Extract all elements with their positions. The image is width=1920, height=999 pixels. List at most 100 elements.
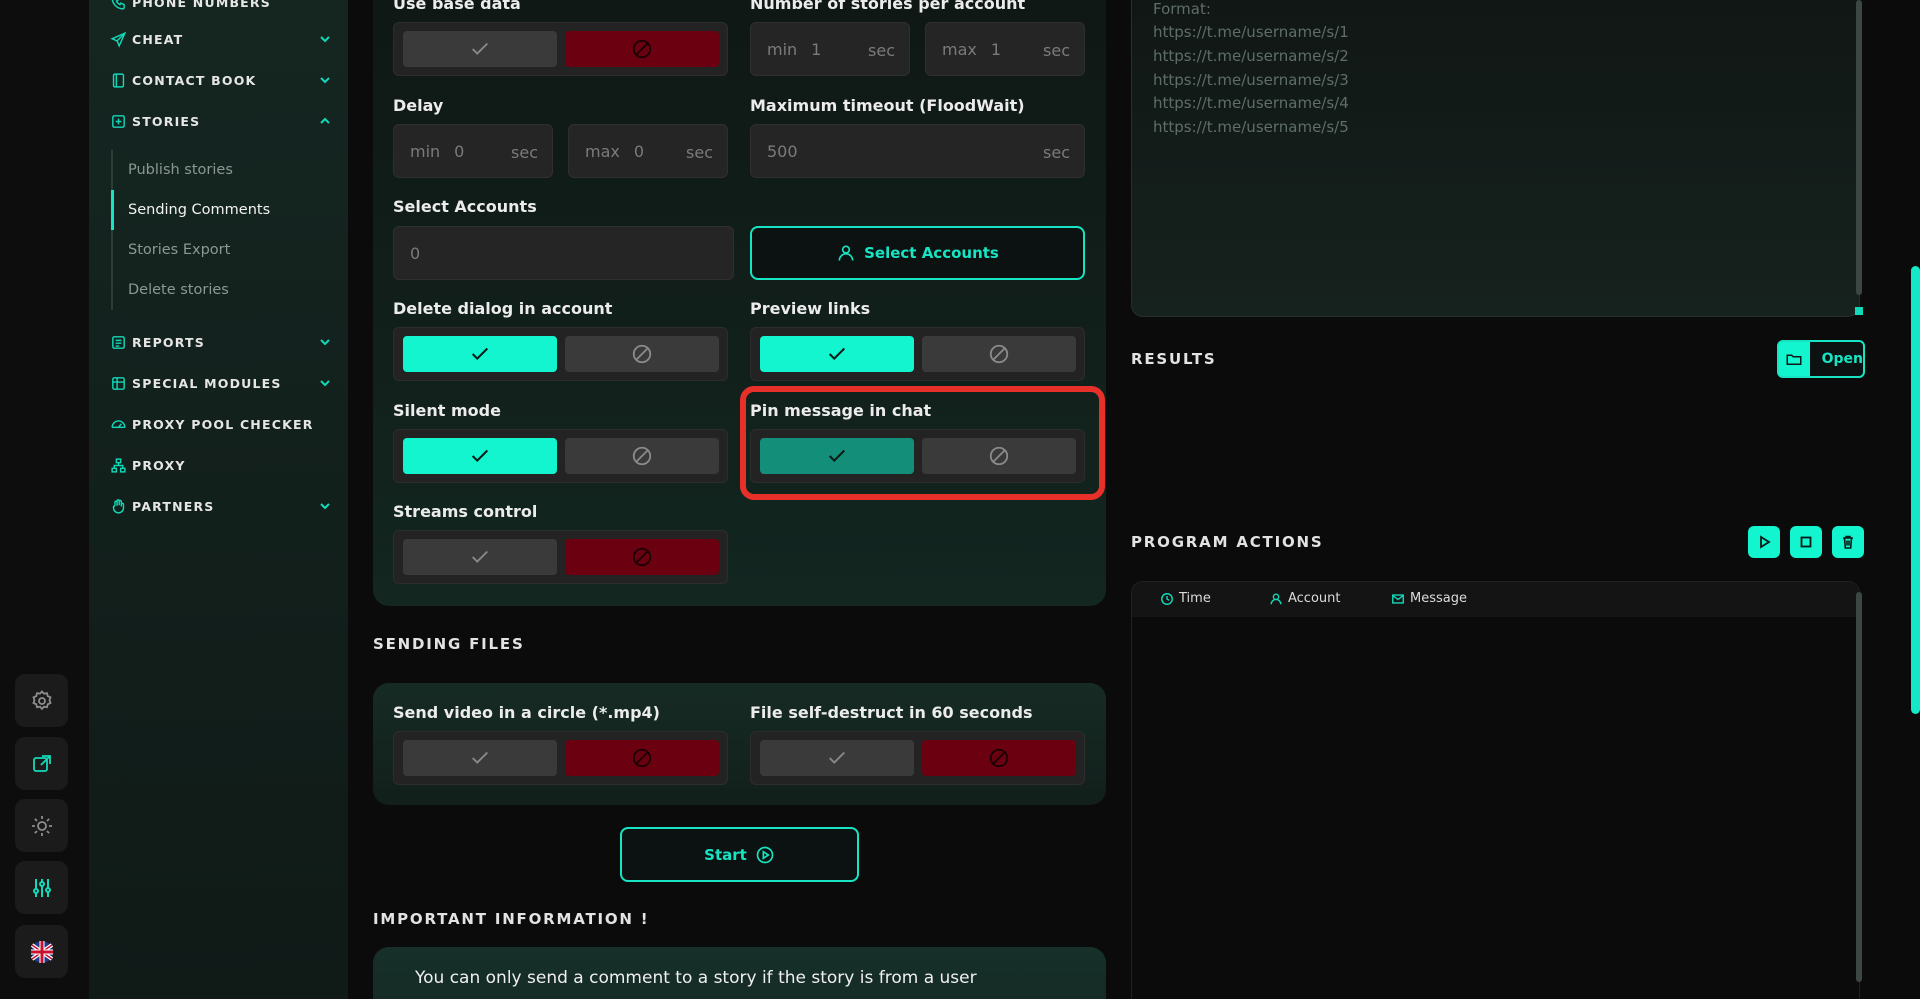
silent-mode-no[interactable] xyxy=(565,438,719,474)
theme-toggle-button[interactable] xyxy=(15,799,68,852)
self-destruct-toggle xyxy=(750,731,1085,785)
accounts-count-input[interactable]: 0 xyxy=(393,226,734,280)
accounts-count: 0 xyxy=(410,243,421,263)
submenu-line xyxy=(111,150,113,310)
max-timeout-input[interactable]: 500 sec xyxy=(750,124,1085,178)
settings-button[interactable] xyxy=(15,674,68,727)
max-label: max xyxy=(942,39,977,59)
sidebar-item-stories[interactable]: STORIES xyxy=(110,106,332,136)
delay-label: Delay xyxy=(393,96,444,115)
chevron-down-icon xyxy=(320,36,330,43)
video-circle-no[interactable] xyxy=(565,740,719,776)
clear-log-button[interactable] xyxy=(1832,526,1864,558)
textarea-line: Format: xyxy=(1153,0,1211,18)
preview-links-yes[interactable] xyxy=(760,336,914,372)
silent-mode-yes[interactable] xyxy=(403,438,557,474)
textarea-line: https://t.me/username/s/4 xyxy=(1153,94,1349,112)
streams-control-yes[interactable] xyxy=(403,539,557,575)
sidebar-item-special-modules[interactable]: SPECIAL MODULES xyxy=(110,368,332,398)
delay-min-input[interactable]: min 0 sec xyxy=(393,124,553,178)
filters-button[interactable] xyxy=(15,861,68,914)
delete-dialog-no[interactable] xyxy=(565,336,719,372)
select-accounts-label: Select Accounts xyxy=(393,197,537,216)
use-base-data-no[interactable] xyxy=(565,31,719,67)
chevron-up-icon xyxy=(320,117,330,124)
sidebar-item-partners[interactable]: PARTNERS xyxy=(110,491,332,521)
min-label: min xyxy=(767,39,798,59)
clock-icon xyxy=(1161,592,1173,605)
sidebar-item-reports[interactable]: REPORTS xyxy=(110,327,332,357)
start-button-label: Start xyxy=(704,845,747,864)
log-col-label: Message xyxy=(1410,591,1467,606)
log-header: Time Account Message xyxy=(1132,582,1859,617)
send-icon xyxy=(110,30,128,48)
start-button[interactable]: Start xyxy=(620,827,859,882)
log-col-account[interactable]: Account xyxy=(1269,591,1341,606)
max-timeout-label: Maximum timeout (FloodWait) xyxy=(750,96,1025,115)
sidebar-item-contact-book[interactable]: CONTACT BOOK xyxy=(110,65,332,95)
delete-dialog-yes[interactable] xyxy=(403,336,557,372)
sidebar-item-proxy-pool-checker[interactable]: PROXY POOL CHECKER xyxy=(110,409,332,439)
program-actions-title: PROGRAM ACTIONS xyxy=(1131,533,1324,551)
sidebar-item-cheat[interactable]: CHEAT xyxy=(110,24,332,54)
unit-label: sec xyxy=(1043,143,1070,162)
play-button[interactable] xyxy=(1748,526,1780,558)
chevron-down-icon xyxy=(320,339,330,346)
select-accounts-button[interactable]: Select Accounts xyxy=(750,226,1085,280)
stories-max-input[interactable]: max 1 sec xyxy=(925,22,1085,76)
external-link-button[interactable] xyxy=(15,737,68,790)
sidebar-item-label: REPORTS xyxy=(132,334,205,350)
page-scrollbar[interactable] xyxy=(1911,266,1920,714)
sidebar-subitem-delete-stories[interactable]: Delete stories xyxy=(128,275,229,305)
block-icon xyxy=(989,344,1009,364)
video-circle-yes[interactable] xyxy=(403,740,557,776)
textarea-line: https://t.me/username/s/2 xyxy=(1153,47,1349,65)
grid-icon xyxy=(110,374,128,392)
check-icon xyxy=(828,347,846,361)
streams-control-toggle xyxy=(393,530,728,584)
textarea-scrollbar[interactable] xyxy=(1856,0,1862,295)
submenu-active-indicator xyxy=(111,190,114,230)
log-scrollbar[interactable] xyxy=(1856,592,1862,982)
stop-button[interactable] xyxy=(1790,526,1822,558)
sidebar-subitem-sending-comments[interactable]: Sending Comments xyxy=(128,195,270,225)
self-destruct-yes[interactable] xyxy=(760,740,914,776)
log-col-message[interactable]: Message xyxy=(1391,591,1467,606)
language-button[interactable] xyxy=(15,925,68,978)
delete-dialog-toggle xyxy=(393,327,728,381)
delay-max-input[interactable]: max 0 sec xyxy=(568,124,728,178)
self-destruct-no[interactable] xyxy=(922,740,1076,776)
textarea-line: https://t.me/username/s/5 xyxy=(1153,118,1349,136)
unit-label: sec xyxy=(1043,41,1070,60)
self-destruct-label: File self-destruct in 60 seconds xyxy=(750,703,1033,722)
sidebar-subitem-publish-stories[interactable]: Publish stories xyxy=(128,155,233,185)
user-icon xyxy=(1270,592,1282,604)
play-circle-icon xyxy=(756,846,774,863)
open-results-button[interactable]: Open xyxy=(1777,340,1865,378)
sidebar-item-phone-numbers[interactable]: PHONE NUMBERS xyxy=(110,0,332,17)
min-value: 1 xyxy=(811,39,822,59)
select-accounts-button-label: Select Accounts xyxy=(864,244,999,262)
check-icon xyxy=(829,751,845,764)
sidebar-item-label: SPECIAL MODULES xyxy=(132,375,282,391)
book-icon xyxy=(110,71,128,89)
sun-icon xyxy=(31,815,52,836)
gear-icon xyxy=(31,689,52,710)
user-icon xyxy=(838,245,854,261)
stories-min-input[interactable]: min 1 sec xyxy=(750,22,910,76)
chevron-down-icon xyxy=(320,77,330,84)
network-icon xyxy=(110,456,128,474)
sidebar-item-proxy[interactable]: PROXY xyxy=(110,450,332,480)
silent-mode-toggle xyxy=(393,429,728,483)
check-icon xyxy=(471,347,489,361)
resize-handle[interactable] xyxy=(1855,307,1863,315)
streams-control-no[interactable] xyxy=(565,539,719,575)
check-icon xyxy=(471,449,489,463)
block-icon xyxy=(632,547,652,567)
sidebar-subitem-stories-export[interactable]: Stories Export xyxy=(128,235,230,265)
use-base-data-yes[interactable] xyxy=(403,31,557,67)
preview-links-no[interactable] xyxy=(922,336,1076,372)
plus-square-icon xyxy=(110,112,128,130)
log-col-time[interactable]: Time xyxy=(1160,591,1211,606)
important-info-title: IMPORTANT INFORMATION ! xyxy=(373,910,650,928)
